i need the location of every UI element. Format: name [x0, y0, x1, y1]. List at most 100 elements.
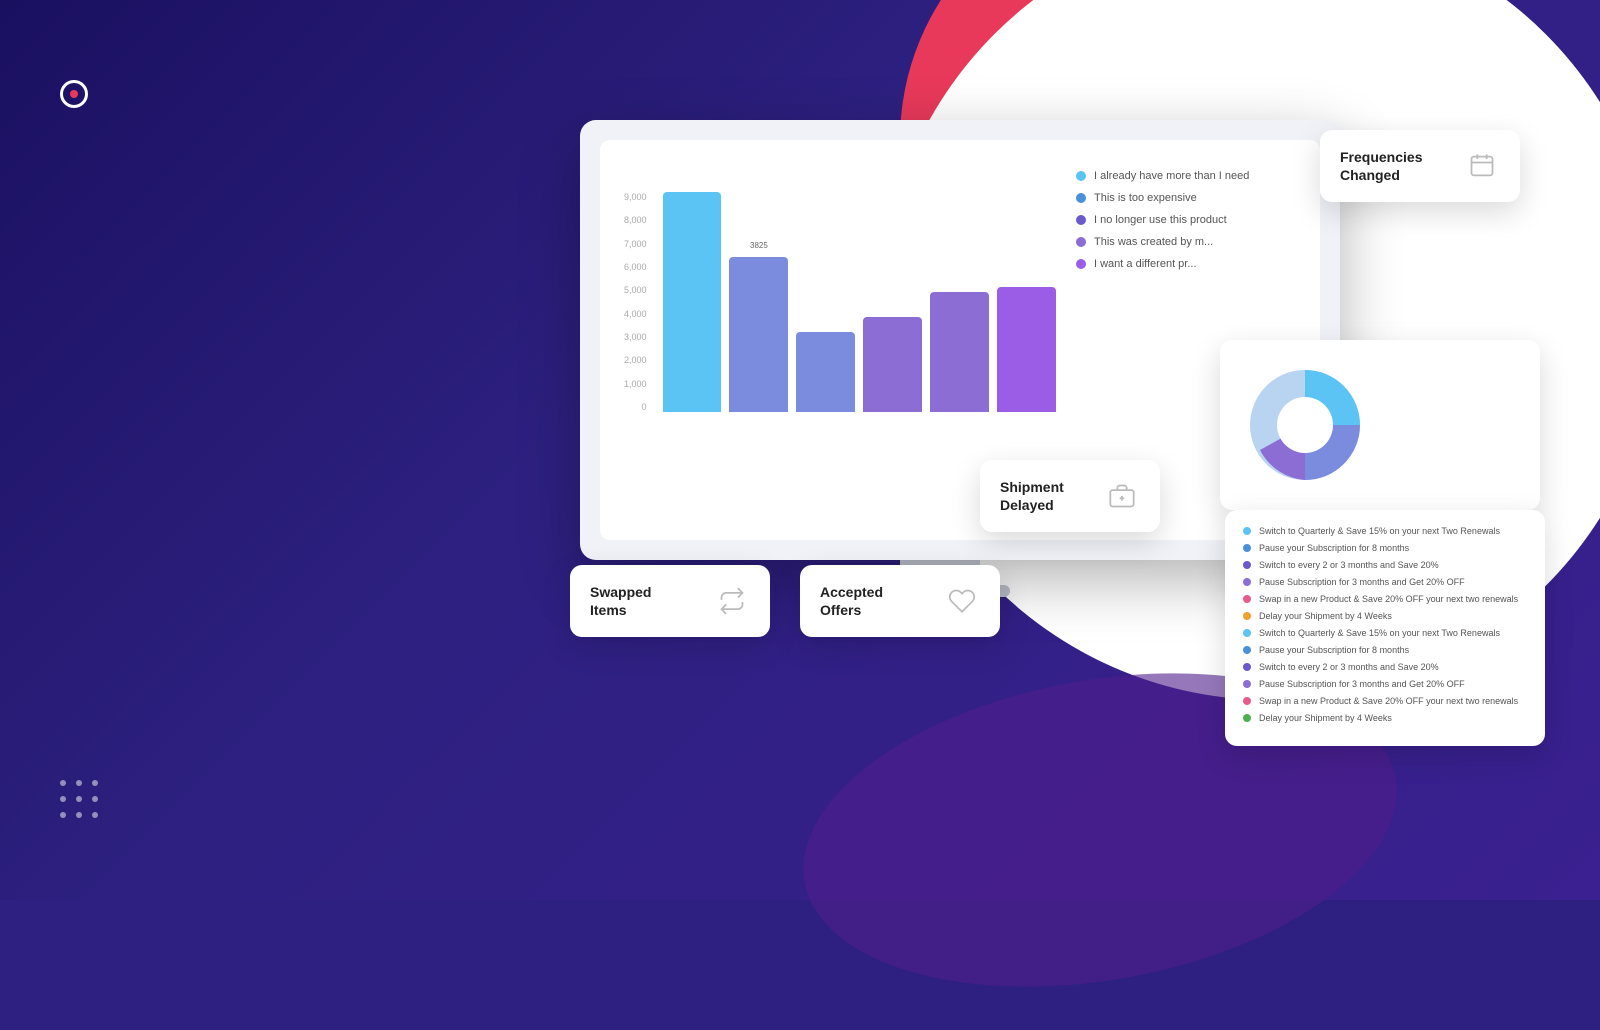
list-text: Delay your Shipment by 4 Weeks [1259, 611, 1392, 621]
list-text: Delay your Shipment by 4 Weeks [1259, 713, 1392, 723]
accepted-icon [944, 583, 980, 619]
swapped-items-card: SwappedItems [570, 565, 770, 637]
y-axis: 9,000 8,000 7,000 6,000 5,000 4,000 3,00… [624, 192, 653, 412]
dot [60, 796, 66, 802]
y-label: 9,000 [624, 192, 647, 202]
legend-item: This is too expensive [1076, 192, 1296, 204]
list-dot [1243, 663, 1251, 671]
legend-dot [1076, 259, 1086, 269]
legend-text: I already have more than I need [1094, 170, 1249, 182]
dot [92, 796, 98, 802]
pie-chart-card [1220, 340, 1540, 510]
legend-dot [1076, 193, 1086, 203]
list-text: Swap in a new Product & Save 20% OFF you… [1259, 594, 1518, 604]
list-text: Swap in a new Product & Save 20% OFF you… [1259, 696, 1518, 706]
y-label: 2,000 [624, 355, 647, 365]
dot [76, 780, 82, 786]
list-item: Swap in a new Product & Save 20% OFF you… [1243, 696, 1527, 706]
dot [92, 780, 98, 786]
accepted-offers-card: AcceptedOffers [800, 565, 1000, 637]
list-item: Pause your Subscription for 8 months [1243, 543, 1527, 553]
dot [60, 780, 66, 786]
list-dot [1243, 646, 1251, 654]
list-dot [1243, 544, 1251, 552]
legend-text: I want a different pr... [1094, 258, 1197, 270]
legend-text: This was created by m... [1094, 236, 1213, 248]
list-item: Switch to every 2 or 3 months and Save 2… [1243, 662, 1527, 672]
list-item: Pause your Subscription for 8 months [1243, 645, 1527, 655]
list-item: Pause Subscription for 3 months and Get … [1243, 679, 1527, 689]
bars-container: 3825 [663, 192, 1056, 412]
y-label: 3,000 [624, 332, 647, 342]
list-dot [1243, 595, 1251, 603]
list-card: Switch to Quarterly & Save 15% on your n… [1225, 510, 1545, 746]
list-item: Swap in a new Product & Save 20% OFF you… [1243, 594, 1527, 604]
legend-dot [1076, 171, 1086, 181]
accepted-offers-title: AcceptedOffers [820, 583, 883, 619]
dot [60, 812, 66, 818]
frequencies-icon [1464, 148, 1500, 184]
y-label: 4,000 [624, 309, 647, 319]
legend-dot [1076, 237, 1086, 247]
chart-bar: 3825 [729, 257, 788, 412]
legend-item: I want a different pr... [1076, 258, 1296, 270]
shipment-delayed-title: ShipmentDelayed [1000, 478, 1064, 514]
list-dot [1243, 561, 1251, 569]
chart-bar [863, 317, 922, 412]
shipment-icon [1104, 478, 1140, 514]
chart-bar [796, 332, 855, 412]
list-text: Pause Subscription for 3 months and Get … [1259, 577, 1465, 587]
list-item: Switch to every 2 or 3 months and Save 2… [1243, 560, 1527, 570]
dot [92, 812, 98, 818]
y-label: 1,000 [624, 379, 647, 389]
list-text: Switch to Quarterly & Save 15% on your n… [1259, 526, 1500, 536]
legend-text: This is too expensive [1094, 192, 1197, 204]
list-text: Switch to every 2 or 3 months and Save 2… [1259, 560, 1439, 570]
dots-decoration [60, 780, 100, 820]
list-item: Switch to Quarterly & Save 15% on your n… [1243, 628, 1527, 638]
left-content-area [60, 80, 96, 268]
list-item: Pause Subscription for 3 months and Get … [1243, 577, 1527, 587]
legend-text: I no longer use this product [1094, 214, 1227, 226]
dot [76, 812, 82, 818]
list-dot [1243, 680, 1251, 688]
list-item: Delay your Shipment by 4 Weeks [1243, 611, 1527, 621]
list-text: Pause your Subscription for 8 months [1259, 645, 1409, 655]
y-label: 5,000 [624, 285, 647, 295]
chart-bar [930, 292, 989, 412]
list-dot [1243, 697, 1251, 705]
list-dot [1243, 527, 1251, 535]
swapped-icon [714, 583, 750, 619]
y-label: 0 [642, 402, 647, 412]
logo [60, 80, 96, 108]
list-item: Delay your Shipment by 4 Weeks [1243, 713, 1527, 723]
list-dot [1243, 578, 1251, 586]
list-text: Switch to every 2 or 3 months and Save 2… [1259, 662, 1439, 672]
y-label: 8,000 [624, 215, 647, 225]
chart-bar [663, 192, 722, 412]
y-label: 7,000 [624, 239, 647, 249]
shipment-delayed-card: ShipmentDelayed [980, 460, 1160, 532]
list-text: Switch to Quarterly & Save 15% on your n… [1259, 628, 1500, 638]
dot [76, 796, 82, 802]
frequencies-changed-title: FrequenciesChanged [1340, 148, 1422, 184]
list-item: Switch to Quarterly & Save 15% on your n… [1243, 526, 1527, 536]
list-dot [1243, 629, 1251, 637]
swapped-items-title: SwappedItems [590, 583, 651, 619]
frequencies-changed-card: FrequenciesChanged [1320, 130, 1520, 202]
chart-bar [997, 287, 1056, 412]
pie-chart-svg [1240, 360, 1370, 490]
list-text: Pause your Subscription for 8 months [1259, 543, 1409, 553]
legend-item: I already have more than I need [1076, 170, 1296, 182]
bar-label: 3825 [750, 241, 768, 250]
list-dot [1243, 612, 1251, 620]
monitor-content: 9,000 8,000 7,000 6,000 5,000 4,000 3,00… [600, 140, 1320, 540]
list-dot [1243, 714, 1251, 722]
logo-icon [60, 80, 88, 108]
bar-chart: 9,000 8,000 7,000 6,000 5,000 4,000 3,00… [624, 172, 1056, 412]
legend-dot [1076, 215, 1086, 225]
list-text: Pause Subscription for 3 months and Get … [1259, 679, 1465, 689]
legend-item: This was created by m... [1076, 236, 1296, 248]
y-label: 6,000 [624, 262, 647, 272]
legend-item: I no longer use this product [1076, 214, 1296, 226]
